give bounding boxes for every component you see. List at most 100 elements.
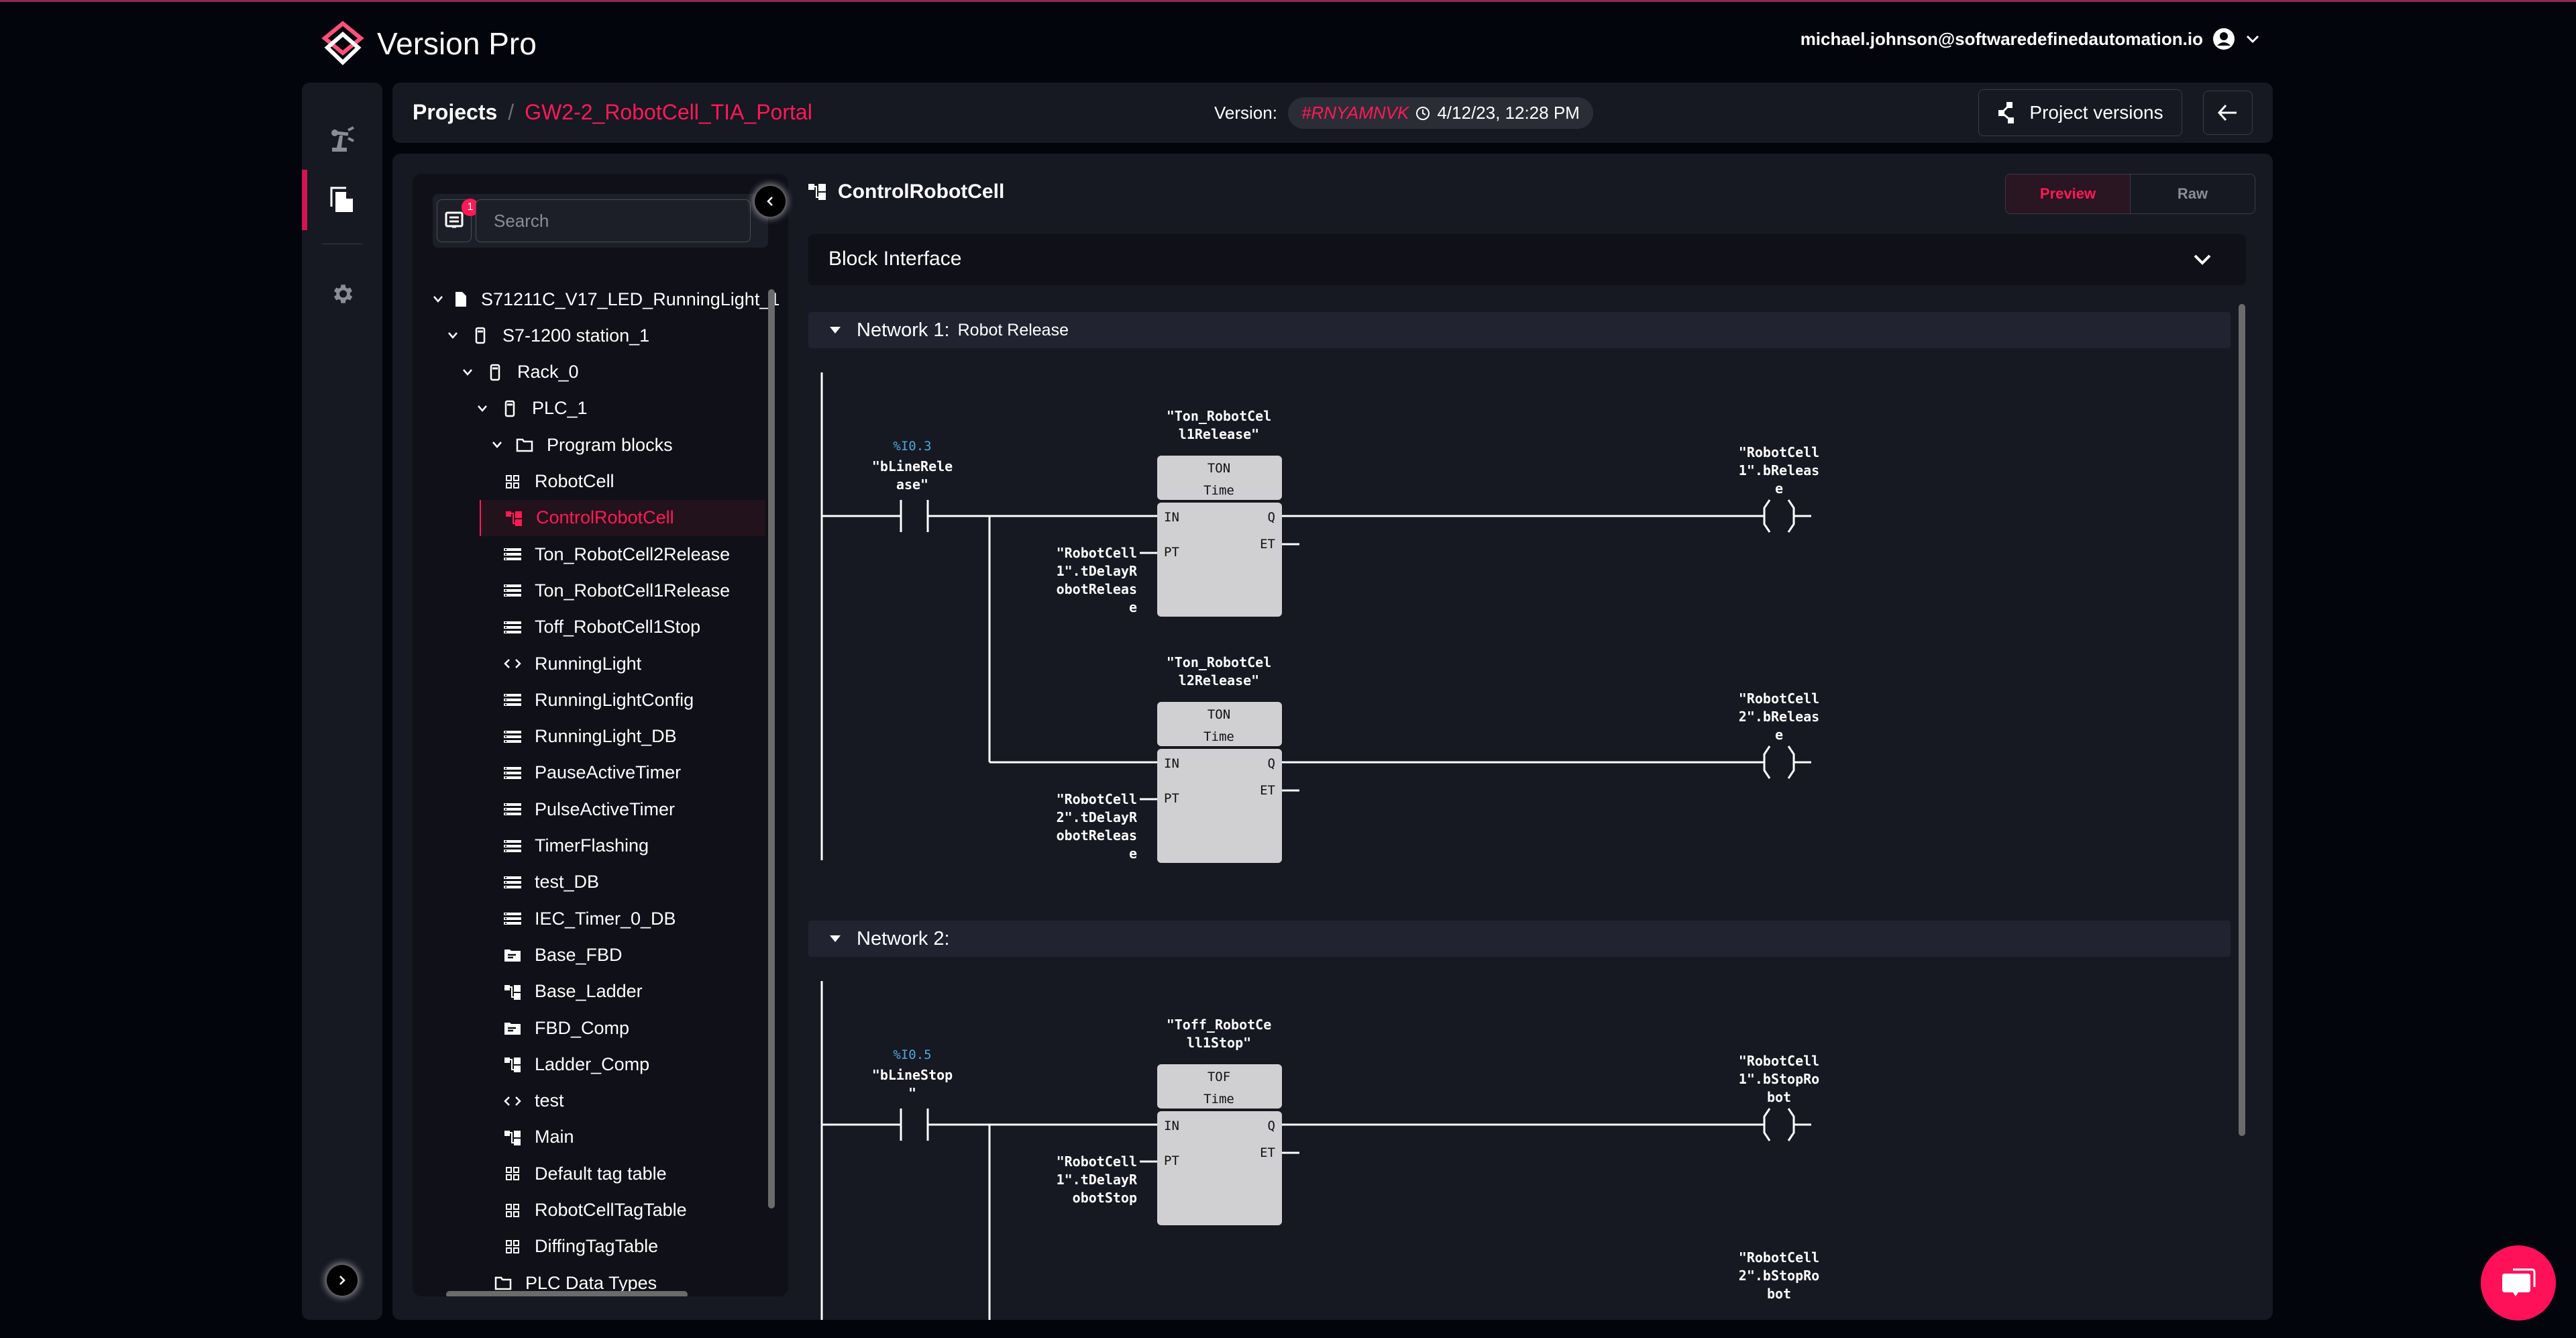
tree-node-label: Base_Ladder: [535, 981, 643, 1002]
tree-node[interactable]: ControlRobotCell: [480, 499, 765, 536]
tree-node[interactable]: S7-1200 station_1: [447, 317, 768, 354]
tree-node-label: ControlRobotCell: [536, 507, 674, 528]
chevron-down-icon[interactable]: [492, 441, 505, 449]
version-pill: #RNYAMNVK 4/12/23, 12:28 PM: [1287, 97, 1593, 129]
tree-node-label: Toff_RobotCell1Stop: [535, 617, 701, 637]
tree-node[interactable]: Base_Ladder: [504, 974, 765, 1010]
timer-block-instance-label: "Ton_RobotCel: [1167, 654, 1272, 670]
version-pro-logo-icon: [321, 21, 364, 65]
expand-rail-button[interactable]: [327, 1265, 358, 1296]
tree-node[interactable]: Program blocks: [492, 427, 768, 463]
tree-node-label: TimerFlashing: [535, 835, 649, 856]
version-label: Version:: [1214, 103, 1277, 123]
network-1-title: Network 1:: [857, 319, 950, 341]
output-coil-right: [1787, 499, 1795, 533]
project-versions-button[interactable]: Project versions: [1978, 89, 2182, 136]
tree-node[interactable]: Ladder_Comp: [504, 1046, 765, 1082]
chevron-down-icon[interactable]: [433, 295, 443, 303]
tree-node[interactable]: Toff_RobotCell1Stop: [504, 609, 765, 646]
nav-rail: [302, 83, 382, 1320]
data-block-icon: [504, 837, 521, 855]
tree-node[interactable]: DiffingTagTable: [504, 1229, 765, 1265]
tree-vertical-scrollbar[interactable]: [768, 289, 775, 1208]
data-block-icon: [504, 910, 521, 927]
tree-node[interactable]: TimerFlashing: [504, 828, 765, 864]
tree-horizontal-scrollbar[interactable]: [446, 1291, 688, 1296]
tree-node[interactable]: PauseActiveTimer: [504, 755, 765, 791]
ladder-block-icon: [505, 509, 523, 527]
active-indicator: [302, 170, 307, 230]
timer-block-pt-label: obotReleas: [1057, 581, 1137, 597]
tree-node[interactable]: Default tag table: [504, 1155, 765, 1192]
tree-node[interactable]: RunningLight: [504, 646, 765, 682]
tag-table-icon: [504, 1165, 521, 1182]
tree-node-label: RunningLightConfig: [535, 689, 694, 710]
tree-node[interactable]: IEC_Timer_0_DB: [504, 900, 765, 937]
tree-node-label: DiffingTagTable: [535, 1236, 659, 1257]
tree-node-label: RunningLight_DB: [535, 726, 677, 747]
tree-node[interactable]: RunningLightConfig: [504, 682, 765, 718]
coil-tag-label: e: [1775, 727, 1783, 743]
timer-block-pt-label: "RobotCell: [1057, 791, 1137, 807]
timer-block-pin-in: IN: [1164, 756, 1179, 771]
tree-node-label: FBD_Comp: [535, 1017, 630, 1038]
breadcrumb-projects-link[interactable]: Projects: [413, 100, 497, 125]
tree-node[interactable]: RunningLight_DB: [504, 719, 765, 755]
coil-tag-label: 1".bStopRo: [1739, 1071, 1819, 1087]
fbd-block-icon: [504, 1019, 521, 1037]
timer-block-instance-label: "Ton_RobotCel: [1167, 408, 1272, 424]
tree-node[interactable]: RobotCell: [504, 464, 765, 500]
coil-tag-label: e: [1775, 480, 1783, 497]
tree-node-label: RunningLight: [535, 653, 642, 674]
data-block-icon: [504, 546, 521, 563]
tree-node[interactable]: S71211C_V17_LED_RunningLight_1: [433, 281, 780, 317]
chevron-down-icon[interactable]: [462, 368, 476, 376]
ladder-block-icon: [504, 1129, 521, 1146]
timer-block-instance-label: ll1Stop": [1187, 1035, 1251, 1051]
code-block-icon: [504, 655, 521, 672]
rail-item-devices[interactable]: [302, 109, 382, 170]
timer-block-pt-label: obotStop: [1073, 1190, 1137, 1206]
tree-search-input[interactable]: [476, 199, 751, 242]
chevron-down-icon[interactable]: [477, 405, 490, 413]
tree-node[interactable]: PulseActiveTimer: [504, 791, 765, 827]
tree-node[interactable]: test_DB: [504, 864, 765, 900]
device-icon: [501, 400, 519, 417]
rail-item-settings[interactable]: [302, 264, 382, 324]
folder-icon: [516, 436, 533, 454]
filter-button[interactable]: 1: [437, 199, 479, 242]
chevron-down-icon[interactable]: [447, 331, 461, 340]
output-coil-right: [1787, 745, 1795, 779]
tree-node[interactable]: Ton_RobotCell1Release: [504, 572, 765, 609]
timer-block-pt-label: obotReleas: [1057, 827, 1137, 843]
tree-node-label: test: [535, 1090, 564, 1111]
tree-node[interactable]: PLC_1: [477, 391, 768, 427]
tree-node[interactable]: Rack_0: [462, 354, 768, 391]
network-1-header[interactable]: Network 1: Robot Release: [808, 312, 2231, 348]
timer-block-pt-label: "RobotCell: [1057, 545, 1137, 561]
tree-node[interactable]: test: [504, 1083, 765, 1119]
tree-node[interactable]: FBD_Comp: [504, 1010, 765, 1046]
coil-tag-label: 2".bReleas: [1739, 709, 1819, 725]
tree-node-label: Ton_RobotCell2Release: [535, 544, 731, 564]
collapse-tree-button[interactable]: [755, 186, 786, 217]
back-button[interactable]: [2203, 91, 2253, 135]
timer-block-pin-in: IN: [1164, 1119, 1179, 1133]
chevron-left-icon: [767, 197, 773, 206]
tree-node-label: IEC_Timer_0_DB: [535, 908, 676, 929]
timer-block-type: TON: [1208, 461, 1230, 476]
chat-support-button[interactable]: [2481, 1245, 2556, 1321]
tree-node[interactable]: Main: [504, 1119, 765, 1155]
network-2-header[interactable]: Network 2:: [808, 921, 2231, 957]
output-coil-left: [1763, 1108, 1771, 1141]
user-menu[interactable]: michael.johnson@softwaredefinedautomatio…: [1801, 28, 2261, 50]
rail-item-files[interactable]: [302, 170, 382, 230]
breadcrumb-project[interactable]: GW2-2_RobotCell_TIA_Portal: [525, 100, 812, 125]
tree-node[interactable]: RobotCellTagTable: [504, 1192, 765, 1229]
tree-node-label: PLC_1: [532, 398, 588, 419]
editor-vertical-scrollbar[interactable]: [2239, 304, 2245, 1136]
timer-block-pin-pt: PT: [1164, 545, 1179, 560]
tree-node-label: Main: [535, 1127, 574, 1147]
tree-node[interactable]: Base_FBD: [504, 937, 765, 973]
tree-node[interactable]: Ton_RobotCell2Release: [504, 536, 765, 572]
